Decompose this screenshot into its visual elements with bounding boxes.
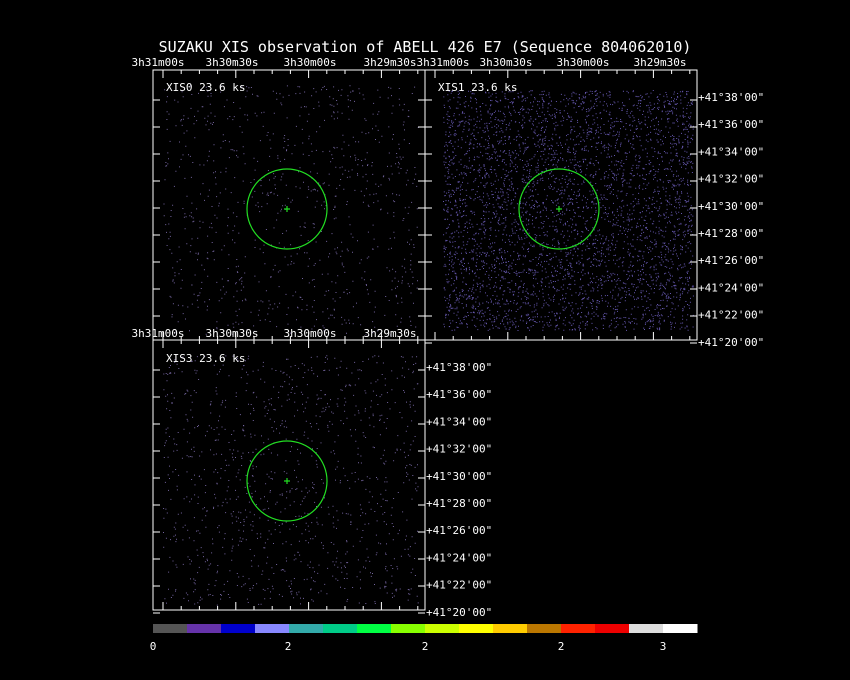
ra-tick-label: 3h31m00s	[132, 56, 185, 69]
colorbar-segment	[221, 624, 256, 633]
ra-tick-label: 3h29m30s	[364, 327, 417, 340]
colorbar-segment	[255, 624, 290, 633]
xis1-label: XIS1 23.6 ks	[438, 81, 517, 94]
dec-tick-label: +41°36'00"	[698, 118, 764, 131]
dec-tick-label: +41°30'00"	[426, 470, 492, 483]
ra-tick-label: 3h30m00s	[557, 56, 610, 69]
dec-tick-label: +41°26'00"	[426, 524, 492, 537]
colorbar	[153, 624, 698, 633]
colorbar-segment	[391, 624, 426, 633]
xis3-label: XIS3 23.6 ks	[166, 352, 245, 365]
xis0-label: XIS0 23.6 ks	[166, 81, 245, 94]
dec-tick-label: +41°24'00"	[426, 551, 492, 564]
colorbar-tick-label: 3	[660, 640, 667, 653]
colorbar-segment	[527, 624, 562, 633]
colorbar-segment	[493, 624, 528, 633]
dec-tick-label: +41°20'00"	[426, 606, 492, 619]
colorbar-tick-label: 0	[150, 640, 157, 653]
colorbar-segment	[663, 624, 698, 633]
colorbar-segment	[357, 624, 392, 633]
dec-tick-label: +41°30'00"	[698, 200, 764, 213]
ra-axis-top-right: 3h31m00s 3h30m30s 3h30m00s 3h29m30s	[417, 56, 687, 69]
dec-tick-label: +41°28'00"	[698, 227, 764, 240]
colorbar-segment	[425, 624, 460, 633]
ra-tick-label: 3h31m00s	[417, 56, 470, 69]
ra-tick-label: 3h31m00s	[132, 327, 185, 340]
dec-tick-label: +41°28'00"	[426, 497, 492, 510]
dec-tick-label: +41°38'00"	[426, 361, 492, 374]
dec-tick-label: +41°34'00"	[426, 415, 492, 428]
dec-tick-label: +41°38'00"	[698, 91, 764, 104]
colorbar-tick-label: 2	[422, 640, 429, 653]
colorbar-segment	[595, 624, 630, 633]
dec-tick-label: +41°22'00"	[698, 309, 764, 322]
colorbar-ticks: 0 2 2 2 3	[150, 640, 667, 653]
ra-tick-label: 3h29m30s	[634, 56, 687, 69]
dec-tick-label: +41°32'00"	[698, 173, 764, 186]
ra-axis-top-left: 3h31m00s 3h30m30s 3h30m00s 3h29m30s	[132, 56, 417, 69]
ra-tick-label: 3h30m30s	[206, 56, 259, 69]
figure-title: SUZAKU XIS observation of ABELL 426 E7 (…	[159, 38, 692, 56]
colorbar-tick-label: 2	[558, 640, 565, 653]
colorbar-segment	[459, 624, 494, 633]
xis0-frame	[152, 69, 426, 341]
colorbar-segment	[323, 624, 358, 633]
ra-tick-label: 3h30m00s	[284, 56, 337, 69]
colorbar-segment	[629, 624, 664, 633]
ra-tick-label: 3h29m30s	[364, 56, 417, 69]
dec-tick-label: +41°36'00"	[426, 388, 492, 401]
dec-tick-label: +41°24'00"	[698, 281, 764, 294]
dec-axis-lower: +41°38'00" +41°36'00" +41°34'00" +41°32'00"…	[426, 361, 492, 619]
dec-tick-label: +41°32'00"	[426, 443, 492, 456]
xis3-panel: XIS3 23.6 ks	[152, 339, 426, 614]
figure: SUZAKU XIS observation of ABELL 426 E7 (…	[132, 38, 765, 653]
dec-tick-label: +41°20'00"	[698, 336, 764, 349]
xis0-panel: XIS0 23.6 ks	[152, 69, 426, 344]
colorbar-segment	[187, 624, 222, 633]
colorbar-segment	[561, 624, 596, 633]
xis3-frame	[152, 339, 426, 611]
dec-axis-upper: +41°38'00" +41°36'00" +41°34'00" +41°32'00"…	[698, 91, 764, 349]
ra-tick-label: 3h30m00s	[284, 327, 337, 340]
colorbar-tick-label: 2	[285, 640, 292, 653]
colorbar-segment	[289, 624, 324, 633]
dec-tick-label: +41°22'00"	[426, 579, 492, 592]
ra-tick-label: 3h30m30s	[206, 327, 259, 340]
dec-tick-label: +41°26'00"	[698, 254, 764, 267]
colorbar-segment	[153, 624, 188, 633]
ra-tick-label: 3h30m30s	[480, 56, 533, 69]
xis1-panel: XIS1 23.6 ks	[424, 69, 698, 344]
dec-tick-label: +41°34'00"	[698, 145, 764, 158]
